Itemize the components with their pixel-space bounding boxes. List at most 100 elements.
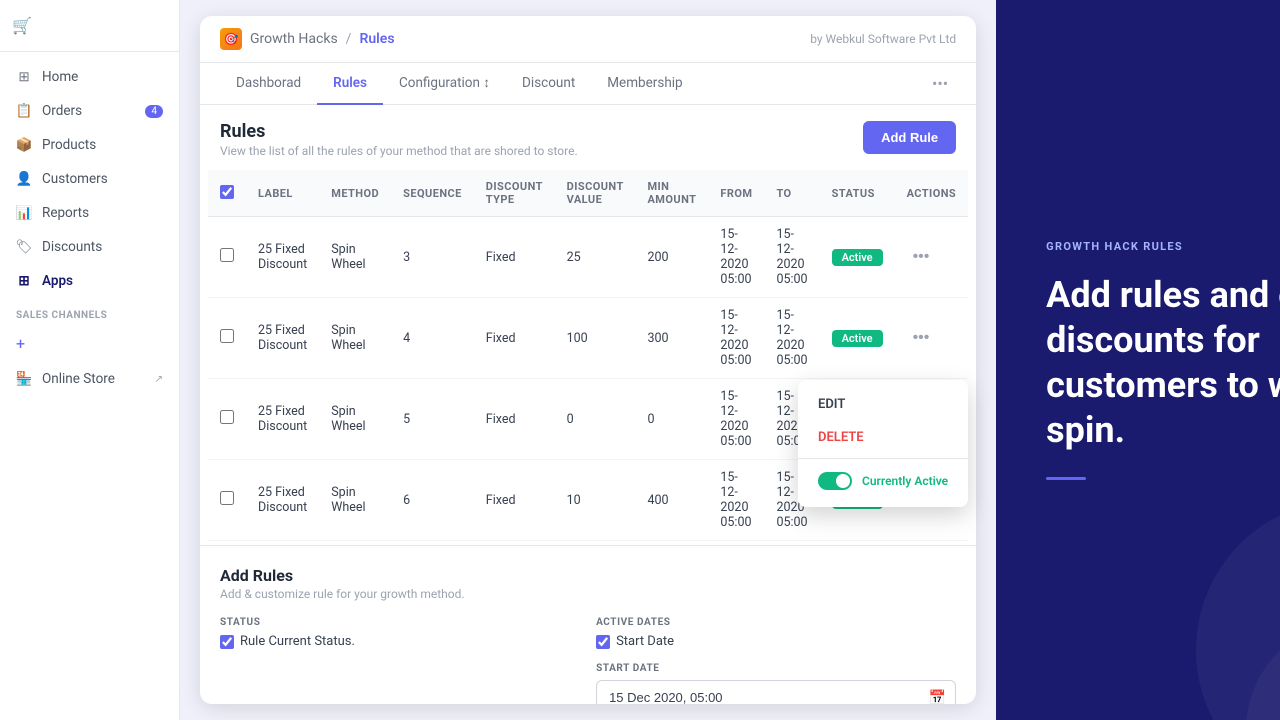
select-all-checkbox[interactable] xyxy=(220,185,234,199)
cell-to: 15-12-2020 05:00 xyxy=(764,298,819,379)
active-toggle[interactable] xyxy=(818,472,852,490)
sidebar-item-customers[interactable]: 👤 Customers xyxy=(0,162,179,196)
toggle-row: Currently Active xyxy=(798,463,968,499)
delete-button[interactable]: DELETE xyxy=(798,421,968,454)
app-route: Rules xyxy=(359,31,394,47)
tabs-more-button[interactable]: ••• xyxy=(924,66,956,101)
row-actions-button[interactable]: ••• xyxy=(907,327,936,349)
rules-subtitle: View the list of all the rules of your m… xyxy=(220,144,578,158)
status-checkbox[interactable] xyxy=(220,635,234,649)
orders-icon: 📋 xyxy=(16,103,32,119)
sidebar-item-online-store[interactable]: 🏪 Online Store ↗ xyxy=(0,362,179,396)
start-date-input-wrap: 📅 xyxy=(596,680,956,704)
col-status: STATUS xyxy=(820,170,895,217)
cell-actions: ••• xyxy=(895,298,969,379)
add-rules-subtitle: Add & customize rule for your growth met… xyxy=(220,587,956,601)
app-by: by Webkul Software Pvt Ltd xyxy=(810,32,956,46)
add-rule-button[interactable]: Add Rule xyxy=(863,121,956,154)
cell-method: Spin Wheel xyxy=(319,379,391,460)
start-date-checkbox-row: Start Date xyxy=(596,634,956,649)
sidebar-item-home[interactable]: ⊞ Home xyxy=(0,60,179,94)
external-link-icon: ↗ xyxy=(155,374,163,385)
status-checkbox-row: Rule Current Status. xyxy=(220,634,580,649)
col-min-amount: MIN AMOUNT xyxy=(635,170,708,217)
status-badge: Active xyxy=(832,249,883,266)
cell-discount-value: 10 xyxy=(555,460,636,541)
col-from: FROM xyxy=(708,170,764,217)
start-date-checkbox-label: Start Date xyxy=(616,634,674,649)
tab-discount[interactable]: Discount xyxy=(506,63,591,105)
sidebar-item-label: Reports xyxy=(42,205,89,221)
start-date-input[interactable] xyxy=(596,680,956,704)
customers-icon: 👤 xyxy=(16,171,32,187)
edit-button[interactable]: EDIT xyxy=(798,388,968,421)
sidebar-item-reports[interactable]: 📊 Reports xyxy=(0,196,179,230)
row-checkbox[interactable] xyxy=(220,491,234,505)
cell-from: 15-12-2020 05:00 xyxy=(708,379,764,460)
sidebar-item-discounts[interactable]: 🏷 Discounts xyxy=(0,230,179,264)
add-sales-channel[interactable]: + xyxy=(0,325,179,362)
tab-configuration[interactable]: Configuration ↕ xyxy=(383,63,506,105)
right-divider xyxy=(1046,477,1086,480)
cell-min-amount: 200 xyxy=(635,217,708,298)
tab-dashborad[interactable]: Dashborad xyxy=(220,63,317,105)
cell-sequence: 3 xyxy=(391,217,474,298)
app-title: 🎯 Growth Hacks / Rules xyxy=(220,28,395,50)
start-date-label: Start date xyxy=(596,663,956,674)
calendar-icon: 📅 xyxy=(929,690,946,705)
cell-discount-type: Fixed xyxy=(474,379,555,460)
sales-channels-label: SALES CHANNELS xyxy=(0,298,179,325)
cell-discount-value: 0 xyxy=(555,379,636,460)
cell-status: Active xyxy=(820,217,895,298)
sidebar-item-products[interactable]: 📦 Products xyxy=(0,128,179,162)
cell-label: 25 Fixed Discount xyxy=(246,460,319,541)
status-group: STATUS Rule Current Status. xyxy=(220,617,580,704)
apps-icon: ⊞ xyxy=(16,273,32,289)
right-heading-small: GROWTH HACK RULES xyxy=(1046,240,1280,253)
cell-from: 15-12-2020 05:00 xyxy=(708,460,764,541)
status-badge: Active xyxy=(832,330,883,347)
cell-method: Spin Wheel xyxy=(319,460,391,541)
sidebar-item-orders[interactable]: 📋 Orders 4 xyxy=(0,94,179,128)
col-actions: ACTIONS xyxy=(895,170,969,217)
row-actions-button[interactable]: ••• xyxy=(907,246,936,268)
discounts-icon: 🏷 xyxy=(16,239,32,255)
cell-from: 15-12-2020 05:00 xyxy=(708,217,764,298)
col-to: TO xyxy=(764,170,819,217)
sidebar-item-apps[interactable]: ⊞ Apps xyxy=(0,264,179,298)
tab-membership[interactable]: Membership xyxy=(591,63,698,105)
cell-discount-type: Fixed xyxy=(474,460,555,541)
sidebar-item-label: Apps xyxy=(42,273,73,289)
row-checkbox[interactable] xyxy=(220,410,234,424)
active-dates-label: ACTIVE DATES xyxy=(596,617,956,628)
col-method: METHOD xyxy=(319,170,391,217)
online-store-icon: 🏪 xyxy=(16,371,32,387)
start-date-checkbox[interactable] xyxy=(596,635,610,649)
cell-to: 15-12-2020 05:00 xyxy=(764,217,819,298)
tab-rules[interactable]: Rules xyxy=(317,63,383,105)
sidebar-item-label: Customers xyxy=(42,171,108,187)
active-dates-group: ACTIVE DATES Start Date Start date 📅 xyxy=(596,617,956,704)
reports-icon: 📊 xyxy=(16,205,32,221)
tabs-bar: Dashborad Rules Configuration ↕ Discount… xyxy=(200,63,976,105)
main-area: 🎯 Growth Hacks / Rules by Webkul Softwar… xyxy=(180,0,996,720)
actions-dropdown: EDIT DELETE Currently Active xyxy=(798,380,968,507)
status-label: STATUS xyxy=(220,617,580,628)
cell-actions: ••• xyxy=(895,217,969,298)
table-row: 25 Fixed Discount Spin Wheel 4 Fixed 100… xyxy=(208,298,968,379)
add-rules-title: Add Rules xyxy=(220,566,956,585)
toggle-label: Currently Active xyxy=(862,474,948,488)
sidebar-item-label: Products xyxy=(42,137,96,153)
cell-min-amount: 400 xyxy=(635,460,708,541)
row-checkbox[interactable] xyxy=(220,248,234,262)
cell-method: Spin Wheel xyxy=(319,298,391,379)
right-heading-large: Add rules and create discounts for custo… xyxy=(1046,273,1280,453)
cell-status: Active xyxy=(820,298,895,379)
app-header: 🎯 Growth Hacks / Rules by Webkul Softwar… xyxy=(200,16,976,63)
row-checkbox[interactable] xyxy=(220,329,234,343)
rules-title-group: Rules View the list of all the rules of … xyxy=(220,121,578,158)
status-checkbox-label: Rule Current Status. xyxy=(240,634,355,649)
sidebar-item-label: Online Store xyxy=(42,371,115,387)
add-icon: + xyxy=(16,334,25,353)
add-rules-form: STATUS Rule Current Status. ACTIVE DATES… xyxy=(220,617,956,704)
